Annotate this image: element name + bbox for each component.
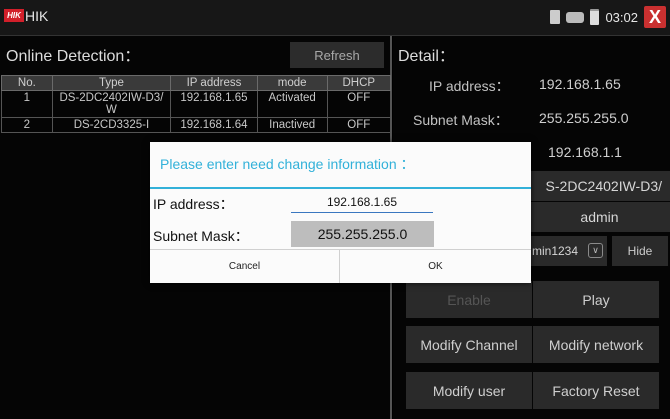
detail-ip-value: 192.168.1.65 <box>539 76 621 92</box>
top-bar: HIK HIK 03:02 X <box>0 0 670 36</box>
detail-title: Detail： <box>398 48 455 65</box>
cell-ip: 192.168.1.65 <box>170 90 258 118</box>
ok-button[interactable]: OK <box>340 250 531 283</box>
dialog-mask-field[interactable]: 255.255.255.0 <box>291 221 434 247</box>
cell-dhcp: OFF <box>326 90 392 118</box>
cancel-button[interactable]: Cancel <box>150 250 339 283</box>
detail-gateway-value: 192.168.1.1 <box>548 144 622 160</box>
modify-network-button[interactable]: Modify network <box>533 326 659 363</box>
cell-ip: 192.168.1.64 <box>170 117 258 133</box>
cell-dhcp: OFF <box>326 117 392 133</box>
hide-button[interactable]: Hide <box>612 236 668 266</box>
column-header-ip: IP address <box>170 75 258 91</box>
status-area: 03:02 X <box>550 6 666 28</box>
calculator-icon[interactable] <box>550 10 561 24</box>
column-header-mode: mode <box>256 75 328 91</box>
network-icon <box>566 11 585 23</box>
model-field[interactable]: S-2DC2402IW-D3/ <box>529 171 670 201</box>
close-button[interactable]: X <box>644 6 666 28</box>
password-select[interactable]: min1234 ∨ <box>529 236 607 266</box>
dialog-ip-input[interactable] <box>291 191 433 213</box>
factory-reset-button[interactable]: Factory Reset <box>533 372 659 409</box>
modify-user-button[interactable]: Modify user <box>406 372 532 409</box>
app-title: HIK <box>25 8 49 24</box>
clock: 03:02 <box>605 9 638 25</box>
cell-type: DS-2CD3325-I <box>51 117 172 133</box>
user-field[interactable]: admin <box>529 202 670 232</box>
enable-button[interactable]: Enable <box>406 281 532 318</box>
dialog-mask-label: Subnet Mask： <box>153 228 249 244</box>
cell-mode: Activated <box>256 90 328 118</box>
cell-no: 2 <box>1 117 53 133</box>
hik-logo: HIK <box>4 9 24 22</box>
device-table: No. Type IP address mode DHCP 1 DS-2DC24… <box>1 75 392 133</box>
password-value: min1234 <box>532 244 579 258</box>
column-header-dhcp: DHCP <box>326 75 392 91</box>
dialog-title: Please enter need change information ： <box>160 156 415 172</box>
cell-no: 1 <box>1 90 53 118</box>
detail-mask-label: Subnet Mask： <box>413 112 509 128</box>
column-header-type: Type <box>51 75 172 91</box>
chevron-down-icon[interactable]: ∨ <box>588 243 603 258</box>
table-header-row: No. Type IP address mode DHCP <box>1 75 392 91</box>
detail-ip-label: IP address： <box>429 78 510 94</box>
battery-icon <box>590 9 600 25</box>
cell-type: DS-2DC2402IW-D3/ W <box>51 90 172 118</box>
table-row[interactable]: 2 DS-2CD3325-I 192.168.1.64 Inactived OF… <box>1 117 392 133</box>
table-row[interactable]: 1 DS-2DC2402IW-D3/ W 192.168.1.65 Activa… <box>1 90 392 118</box>
modify-channel-button[interactable]: Modify Channel <box>406 326 532 363</box>
detail-mask-value: 255.255.255.0 <box>539 110 629 126</box>
cell-mode: Inactived <box>256 117 328 133</box>
dialog-title-divider <box>150 187 531 189</box>
change-info-dialog: Please enter need change information ： I… <box>150 142 531 283</box>
play-button[interactable]: Play <box>533 281 659 318</box>
refresh-button[interactable]: Refresh <box>290 42 384 68</box>
online-detection-title: Online Detection： <box>6 48 141 65</box>
column-header-no: No. <box>1 75 53 91</box>
dialog-ip-label: IP address： <box>153 196 234 212</box>
